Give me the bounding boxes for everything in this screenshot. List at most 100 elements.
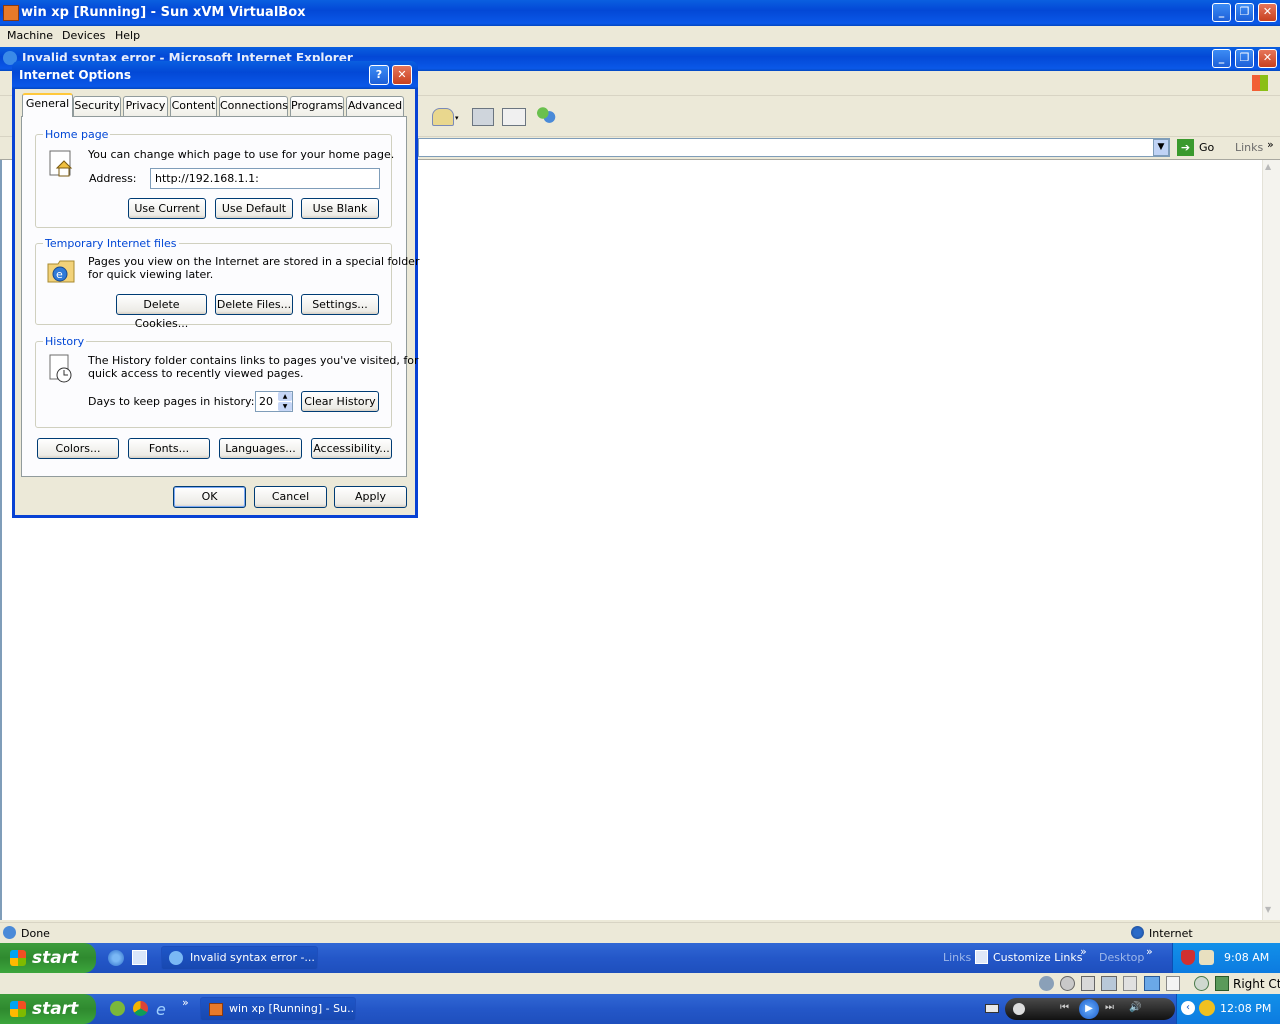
host-quicklaunch-green-icon[interactable]	[110, 1001, 125, 1016]
menu-machine[interactable]: Machine	[7, 29, 53, 42]
use-current-button[interactable]: Use Current	[128, 198, 206, 219]
guest-links-toolbar[interactable]: Links	[943, 951, 971, 964]
cdrom-status-icon	[1060, 976, 1075, 991]
messenger-icon[interactable]	[534, 106, 556, 126]
guest-windows-logo-icon	[10, 950, 26, 966]
network-status-icon	[1101, 976, 1117, 991]
media-stop-icon[interactable]	[1013, 1003, 1025, 1015]
mail-icon[interactable]	[432, 108, 454, 126]
ie-close-button[interactable]: ✕	[1258, 49, 1277, 68]
home-address-input[interactable]: http://192.168.1.1:	[150, 168, 380, 189]
use-blank-button[interactable]: Use Blank	[301, 198, 379, 219]
go-button-label[interactable]: Go	[1199, 141, 1214, 154]
edit-icon[interactable]	[502, 108, 526, 126]
host-start-button[interactable]: start	[0, 994, 96, 1024]
spin-up-icon[interactable]: ▲	[278, 392, 292, 401]
host-quicklaunch-chrome-icon[interactable]	[133, 1001, 148, 1016]
days-to-keep-value[interactable]: 20	[259, 395, 273, 408]
dialog-title-bar[interactable]: Internet Options ? ✕	[12, 61, 418, 89]
media-prev-icon[interactable]: ⏮	[1060, 1002, 1069, 1013]
ok-button[interactable]: OK	[173, 486, 246, 508]
links-chevron-icon-guest[interactable]: »	[1080, 945, 1087, 958]
go-arrow-icon[interactable]: ➔	[1177, 139, 1194, 156]
vbox-close-button[interactable]: ✕	[1258, 3, 1277, 22]
menu-devices[interactable]: Devices	[62, 29, 105, 42]
home-page-icon	[49, 150, 75, 178]
tab-general[interactable]: General	[22, 93, 73, 117]
guest-quicklaunch-desktop-icon[interactable]	[132, 950, 147, 965]
guest-task-ie[interactable]: Invalid syntax error -...	[161, 946, 318, 970]
days-to-keep-spinner[interactable]: 20 ▲ ▼	[255, 391, 293, 412]
mail-dropdown-icon[interactable]: ▾	[455, 114, 459, 122]
scroll-down-icon[interactable]: ▼	[1265, 905, 1271, 914]
windows-flag-icon	[1252, 75, 1268, 91]
media-next-icon[interactable]: ⏭	[1105, 1002, 1114, 1013]
host-quicklaunch-chevron-icon[interactable]: »	[182, 996, 189, 1009]
media-player-toolbar: ⏮ ▶ ⏭ 🔊	[1005, 998, 1175, 1020]
links-label[interactable]: Links	[1235, 141, 1263, 154]
delete-cookies-button[interactable]: Delete Cookies...	[116, 294, 207, 330]
home-page-group-label: Home page	[43, 128, 111, 141]
mouse-integration-icon	[1194, 976, 1209, 991]
guest-taskbar: start Invalid syntax error -... Links Cu…	[0, 943, 1280, 973]
tab-programs[interactable]: Programs	[290, 96, 344, 116]
host-quicklaunch-ie-icon[interactable]: e	[156, 1000, 166, 1019]
guest-start-label: start	[32, 948, 79, 968]
languages-button[interactable]: Languages...	[219, 438, 302, 459]
scroll-up-icon[interactable]: ▲	[1265, 162, 1271, 171]
ie-restore-button[interactable]: ❐	[1235, 49, 1254, 68]
media-play-icon[interactable]: ▶	[1079, 999, 1099, 1019]
tab-security[interactable]: Security	[73, 96, 121, 116]
host-task-vbox[interactable]: win xp [Running] - Su...	[200, 997, 356, 1021]
guest-task-ie-label: Invalid syntax error -...	[190, 951, 315, 964]
vbox-title-bar[interactable]: win xp [Running] - Sun xVM VirtualBox _ …	[0, 0, 1280, 26]
address-dropdown-icon[interactable]: ▼	[1153, 139, 1169, 156]
menu-help[interactable]: Help	[115, 29, 140, 42]
network-icon[interactable]	[1199, 950, 1214, 965]
cancel-button[interactable]: Cancel	[254, 486, 327, 508]
spin-down-icon[interactable]: ▼	[278, 402, 292, 411]
fonts-button[interactable]: Fonts...	[128, 438, 210, 459]
guest-desktop-toolbar[interactable]: Desktop	[1099, 951, 1144, 964]
shared-folders-status-icon	[1144, 976, 1160, 991]
address-label: Address:	[89, 172, 137, 185]
settings-button[interactable]: Settings...	[301, 294, 379, 315]
ie-status-bar: Done Internet	[0, 922, 1280, 943]
tab-privacy[interactable]: Privacy	[123, 96, 168, 116]
ie-minimize-button[interactable]: _	[1212, 49, 1231, 68]
tray-back-chevron-icon[interactable]: ‹	[1181, 1001, 1195, 1015]
host-key-label: Right Ctrl	[1233, 977, 1280, 991]
dialog-help-button[interactable]: ?	[369, 65, 389, 85]
usb-status-icon	[1123, 976, 1137, 991]
accessibility-button[interactable]: Accessibility...	[311, 438, 392, 459]
tab-content[interactable]: Content	[170, 96, 217, 116]
tray-norton-icon[interactable]	[1199, 1000, 1215, 1016]
host-windows-logo-icon	[10, 1001, 26, 1017]
links-chevron-icon[interactable]: »	[1267, 138, 1274, 151]
use-default-button[interactable]: Use Default	[215, 198, 293, 219]
apply-button[interactable]: Apply	[334, 486, 407, 508]
delete-files-button[interactable]: Delete Files...	[215, 294, 293, 315]
vbox-minimize-button[interactable]: _	[1212, 3, 1231, 22]
dialog-close-button[interactable]: ✕	[392, 65, 412, 85]
desktop-chevron-icon[interactable]: »	[1146, 945, 1153, 958]
vbox-status-bar: Right Ctrl	[0, 973, 1280, 995]
status-text: Done	[21, 927, 50, 940]
ie-vertical-scrollbar[interactable]: ▲ ▼	[1262, 160, 1280, 920]
guest-start-button[interactable]: start	[0, 943, 96, 973]
clear-history-button[interactable]: Clear History	[301, 391, 379, 412]
colors-button[interactable]: Colors...	[37, 438, 119, 459]
keyboard-icon	[985, 1004, 999, 1013]
dialog-title: Internet Options	[19, 68, 131, 82]
print-icon[interactable]	[472, 108, 494, 126]
tab-advanced[interactable]: Advanced	[346, 96, 404, 116]
vbox-restore-button[interactable]: ❐	[1235, 3, 1254, 22]
guest-clock: 9:08 AM	[1224, 951, 1270, 964]
customize-links-label[interactable]: Customize Links	[993, 951, 1083, 964]
tab-connections[interactable]: Connections	[219, 96, 288, 116]
home-page-description: You can change which page to use for you…	[88, 148, 395, 161]
media-volume-icon[interactable]: 🔊	[1129, 1002, 1141, 1013]
guest-quicklaunch-ie-icon[interactable]	[108, 950, 124, 966]
security-alert-icon[interactable]	[1181, 950, 1195, 965]
address-combo[interactable]	[418, 138, 1170, 157]
